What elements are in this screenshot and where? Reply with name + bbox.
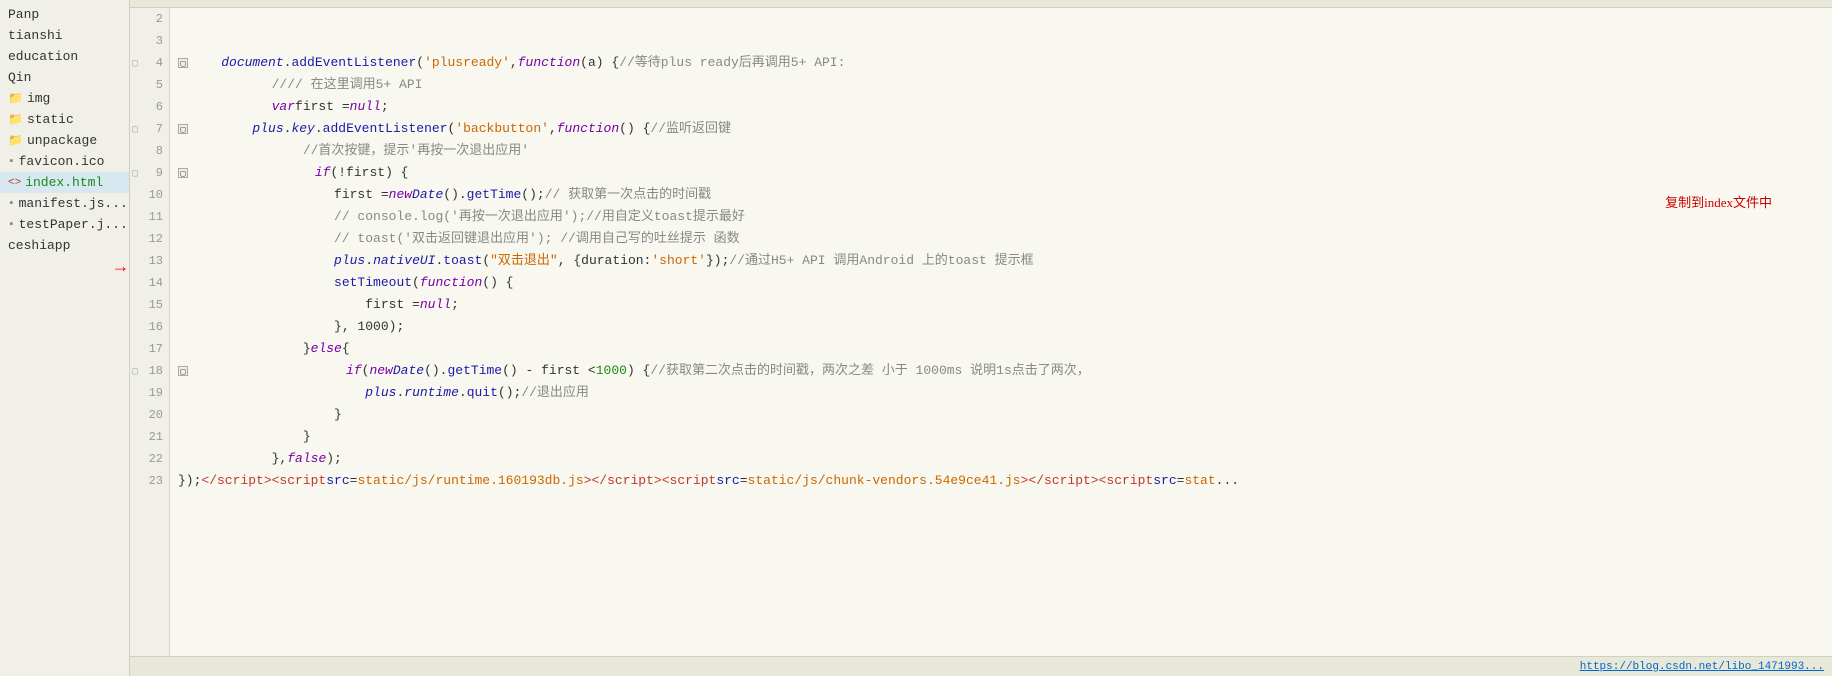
code-line-12: // toast('双击返回键退出应用'); //调用自己写的吐丝提示 函数 [178, 228, 1832, 250]
code-line-13: plus.nativeUI.toast("双击退出", {duration:'s… [178, 250, 1832, 272]
file-icon: ▪ [8, 198, 15, 210]
code-line-15: first = null; [178, 294, 1832, 316]
ln-15: 15 [130, 294, 169, 316]
code-line-14: setTimeout(function() { [178, 272, 1832, 294]
scroll-bar[interactable] [130, 0, 1832, 8]
line-numbers: 2 3 4 5 6 7 8 9 10 11 12 13 14 15 16 17 … [130, 8, 170, 656]
fold-icon-9[interactable]: ▢ [178, 168, 188, 178]
ln-9: 9 [130, 162, 169, 184]
ln-20: 20 [130, 404, 169, 426]
ln-5: 5 [130, 74, 169, 96]
ln-7: 7 [130, 118, 169, 140]
ln-12: 12 [130, 228, 169, 250]
ln-8: 8 [130, 140, 169, 162]
url-link[interactable]: https://blog.csdn.net/libo_1471993... [1580, 661, 1824, 673]
fold-icon-7[interactable]: ▢ [178, 124, 188, 134]
ln-19: 19 [130, 382, 169, 404]
editor-area: 2 3 4 5 6 7 8 9 10 11 12 13 14 15 16 17 … [130, 0, 1832, 676]
code-line-2 [178, 8, 1832, 30]
code-line-3 [178, 30, 1832, 52]
file-icon: ▪ [8, 219, 15, 231]
sidebar-item-static[interactable]: 📁 static [0, 109, 129, 130]
ln-3: 3 [130, 30, 169, 52]
sidebar-item-img[interactable]: 📁 img [0, 88, 129, 109]
code-line-4: ▢ document.addEventListener('plusready',… [178, 52, 1832, 74]
arrow-indicator: → [115, 258, 126, 278]
ln-11: 11 [130, 206, 169, 228]
code-line-8: //首次按键，提示'再按一次退出应用' [178, 140, 1832, 162]
sidebar: Panp tianshi education Qin 📁 img 📁 stati… [0, 0, 130, 676]
ln-23: 23 [130, 470, 169, 492]
ln-14: 14 [130, 272, 169, 294]
code-line-5: //// 在这里调用5+ API [178, 74, 1832, 96]
sidebar-item-education[interactable]: education [0, 46, 129, 67]
code-line-17: } else { [178, 338, 1832, 360]
sidebar-item-qin[interactable]: Qin [0, 67, 129, 88]
sidebar-item-ceshiapp[interactable]: ceshiapp [0, 235, 129, 256]
folder-icon: 📁 [8, 112, 23, 127]
sidebar-item-favicon[interactable]: ▪ favicon.ico [0, 151, 129, 172]
code-line-7: ▢ plus.key.addEventListener('backbutton'… [178, 118, 1832, 140]
ln-10: 10 [130, 184, 169, 206]
bottom-bar: https://blog.csdn.net/libo_1471993... [130, 656, 1832, 676]
code-line-6: var first = null; [178, 96, 1832, 118]
ln-6: 6 [130, 96, 169, 118]
code-line-23: });</script><script src=static/js/runtim… [178, 470, 1832, 492]
code-line-16: }, 1000); [178, 316, 1832, 338]
code-content[interactable]: ▢ document.addEventListener('plusready',… [170, 8, 1832, 656]
code-line-10: first = new Date().getTime(); // 获取第一次点击… [178, 184, 1832, 206]
ln-2: 2 [130, 8, 169, 30]
sidebar-item-manifest[interactable]: ▪ manifest.js... [0, 193, 129, 214]
ln-21: 21 [130, 426, 169, 448]
folder-icon: 📁 [8, 133, 23, 148]
ln-16: 16 [130, 316, 169, 338]
code-line-22: }, false); [178, 448, 1832, 470]
code-container: 2 3 4 5 6 7 8 9 10 11 12 13 14 15 16 17 … [130, 8, 1832, 656]
sidebar-item-unpackage[interactable]: 📁 unpackage [0, 130, 129, 151]
ln-17: 17 [130, 338, 169, 360]
sidebar-item-tianshi[interactable]: tianshi [0, 25, 129, 46]
fold-icon-4[interactable]: ▢ [178, 58, 188, 68]
ln-18: 18 [130, 360, 169, 382]
code-line-21: } [178, 426, 1832, 448]
code-line-18: ▢ if (new Date().getTime() - first < 100… [178, 360, 1832, 382]
code-line-19: plus.runtime.quit(); //退出应用 [178, 382, 1832, 404]
folder-icon: 📁 [8, 91, 23, 106]
code-line-11: // console.log('再按一次退出应用');//用自定义toast提示… [178, 206, 1832, 228]
html-icon: <> [8, 177, 21, 189]
file-icon: ▪ [8, 156, 15, 168]
ln-13: 13 [130, 250, 169, 272]
sidebar-item-index-html[interactable]: <> index.html [0, 172, 129, 193]
code-line-20: } [178, 404, 1832, 426]
ln-4: 4 [130, 52, 169, 74]
sidebar-item-testpaper[interactable]: ▪ testPaper.j... [0, 214, 129, 235]
ln-22: 22 [130, 448, 169, 470]
code-line-9: ▢ if (!first) { [178, 162, 1832, 184]
fold-icon-18[interactable]: ▢ [178, 366, 188, 376]
sidebar-item-panp[interactable]: Panp [0, 4, 129, 25]
